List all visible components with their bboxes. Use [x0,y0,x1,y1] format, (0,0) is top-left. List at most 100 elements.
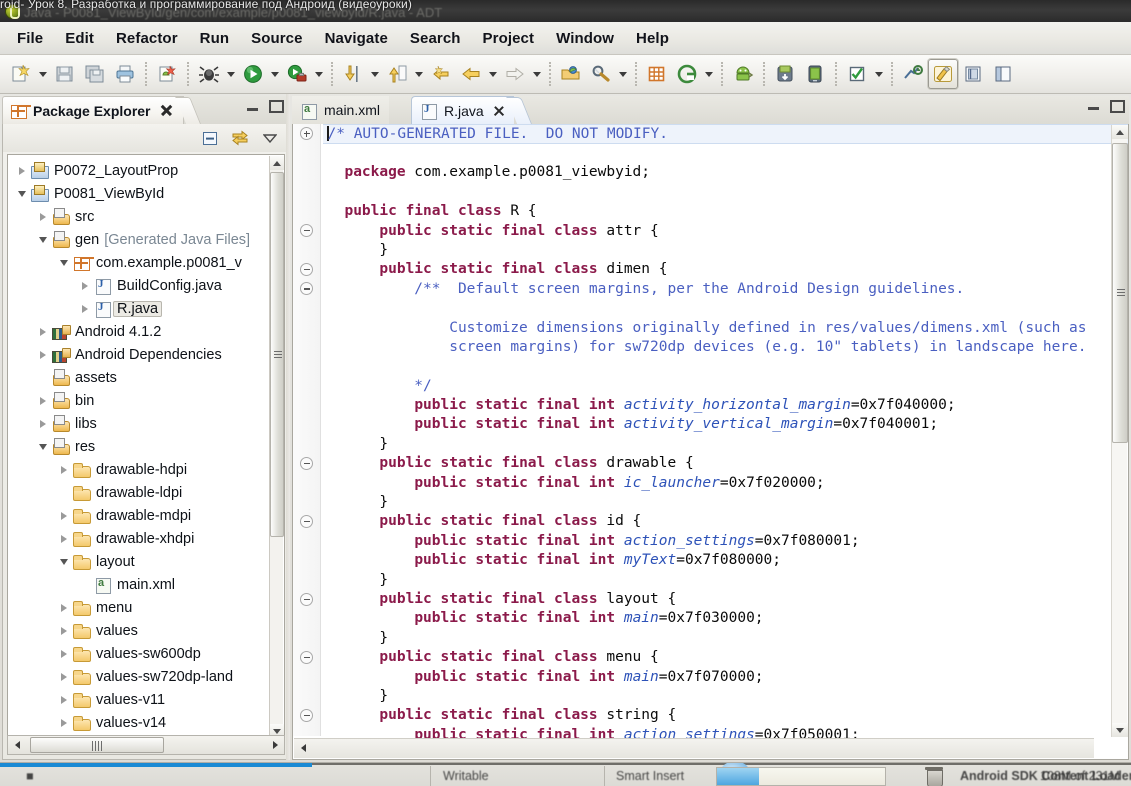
fold-collapse-icon[interactable] [300,262,313,276]
minimize-icon[interactable] [245,101,260,113]
tree-item[interactable]: BuildConfig.java [8,274,270,297]
heap-monitor[interactable] [716,767,886,786]
menu-source[interactable]: Source [240,27,313,50]
tree-item[interactable]: drawable-mdpi [8,504,270,527]
scroll-left-icon[interactable] [294,739,312,757]
chevron-down-icon[interactable] [224,59,238,89]
tree-item[interactable]: Android 4.1.2 [8,320,270,343]
new-android-xml-file-icon[interactable] [152,59,182,89]
tree-item[interactable]: res [8,435,270,458]
tree-scroll-thumb[interactable] [270,172,284,537]
forward-navigation-icon[interactable] [500,59,530,89]
tree-item[interactable]: Android Dependencies [8,343,270,366]
open-type-icon[interactable] [556,59,586,89]
perspective-java-icon[interactable] [928,59,958,89]
close-icon[interactable] [493,105,505,117]
scroll-right-icon[interactable] [266,736,284,754]
editor-scroll-thumb[interactable] [1112,143,1128,443]
minimize-icon[interactable] [1086,100,1101,112]
folding-margin[interactable] [293,124,321,736]
tree-item[interactable]: layout [8,550,270,573]
close-icon[interactable] [160,104,173,117]
run-external-tools-icon[interactable] [282,59,312,89]
twisty-collapsed-icon[interactable] [35,350,51,359]
new-android-project-icon[interactable] [672,59,702,89]
android-sdk-manager-icon[interactable] [770,59,800,89]
scroll-down-icon[interactable] [1112,723,1128,737]
twisty-expanded-icon[interactable] [56,558,72,565]
back-navigation-icon[interactable] [456,59,486,89]
source-code-text[interactable]: /* AUTO-GENERATED FILE. DO NOT MODIFY. p… [323,124,1128,743]
chevron-down-icon[interactable] [268,59,282,89]
previous-annotation-icon[interactable] [382,59,412,89]
menu-search[interactable]: Search [399,27,472,50]
fold-collapse-icon[interactable] [300,282,313,296]
fold-expand-icon[interactable] [300,127,313,140]
editor-horizontal-scrollbar[interactable] [294,738,1094,758]
scroll-left-icon[interactable] [8,736,26,754]
twisty-collapsed-icon[interactable] [56,672,72,681]
menu-project[interactable]: Project [472,27,546,50]
chevron-down-icon[interactable] [530,59,544,89]
maximize-icon[interactable] [269,100,284,113]
search-icon[interactable] [586,59,616,89]
task-checkbox-icon[interactable] [842,59,872,89]
twisty-collapsed-icon[interactable] [14,166,30,175]
android-device-monitor-icon[interactable] [800,59,830,89]
twisty-expanded-icon[interactable] [35,443,51,450]
tree-item[interactable]: P0072_LayoutProp [8,159,270,182]
fold-collapse-icon[interactable] [300,709,313,722]
twisty-collapsed-icon[interactable] [77,304,93,313]
twisty-collapsed-icon[interactable] [56,534,72,543]
tree-item[interactable]: values-sw600dp [8,642,270,665]
twisty-collapsed-icon[interactable] [35,396,51,405]
twisty-collapsed-icon[interactable] [56,718,72,727]
tab-main-xml[interactable]: main.xml [292,96,390,124]
run-icon[interactable] [238,59,268,89]
tree-item[interactable]: drawable-ldpi [8,481,270,504]
view-sash[interactable] [286,94,290,760]
tree-item[interactable]: assets [8,366,270,389]
editor-vertical-scrollbar[interactable] [1111,125,1128,737]
twisty-collapsed-icon[interactable] [56,649,72,658]
menu-navigate[interactable]: Navigate [314,27,399,50]
view-menu-icon[interactable] [259,128,281,148]
tree-item[interactable]: drawable-hdpi [8,458,270,481]
perspective-open-icon[interactable] [988,59,1018,89]
chevron-down-icon[interactable] [36,59,50,89]
tree-item[interactable]: gen [Generated Java Files] [8,228,270,251]
tab-package-explorer[interactable]: Package Explorer [2,96,184,124]
chevron-down-icon[interactable] [368,59,382,89]
next-annotation-icon[interactable] [338,59,368,89]
scroll-up-icon[interactable] [270,156,284,170]
menu-help[interactable]: Help [625,27,680,50]
new-wizard-icon[interactable] [6,59,36,89]
scroll-up-icon[interactable] [1112,125,1128,139]
tree-item[interactable]: menu [8,596,270,619]
chevron-down-icon[interactable] [412,59,426,89]
save-icon[interactable] [50,59,80,89]
code-editor[interactable]: /* AUTO-GENERATED FILE. DO NOT MODIFY. p… [292,124,1129,760]
menu-run[interactable]: Run [189,27,240,50]
twisty-collapsed-icon[interactable] [35,419,51,428]
menu-refactor[interactable]: Refactor [105,27,189,50]
twisty-collapsed-icon[interactable] [56,626,72,635]
tree-item[interactable]: values [8,619,270,642]
menu-edit[interactable]: Edit [54,27,105,50]
twisty-collapsed-icon[interactable] [56,603,72,612]
tree-item[interactable]: values-v11 [8,688,270,711]
android-virtual-device-manager-icon[interactable] [728,59,758,89]
twisty-collapsed-icon[interactable] [35,212,51,221]
twisty-expanded-icon[interactable] [56,259,72,266]
tree-item[interactable]: main.xml [8,573,270,596]
chevron-down-icon[interactable] [486,59,500,89]
tree-item[interactable]: values-v14 [8,711,270,734]
link-with-editor-icon[interactable] [229,128,251,148]
tree-horizontal-scrollbar[interactable] [7,735,285,755]
twisty-collapsed-icon[interactable] [35,327,51,336]
fold-collapse-icon[interactable] [300,456,313,470]
tree-item[interactable]: com.example.p0081_v [8,251,270,274]
project-tree[interactable]: P0072_LayoutProp P0081_ViewById src gen [Gen… [7,154,285,738]
chevron-down-icon[interactable] [616,59,630,89]
twisty-collapsed-icon[interactable] [77,281,93,290]
